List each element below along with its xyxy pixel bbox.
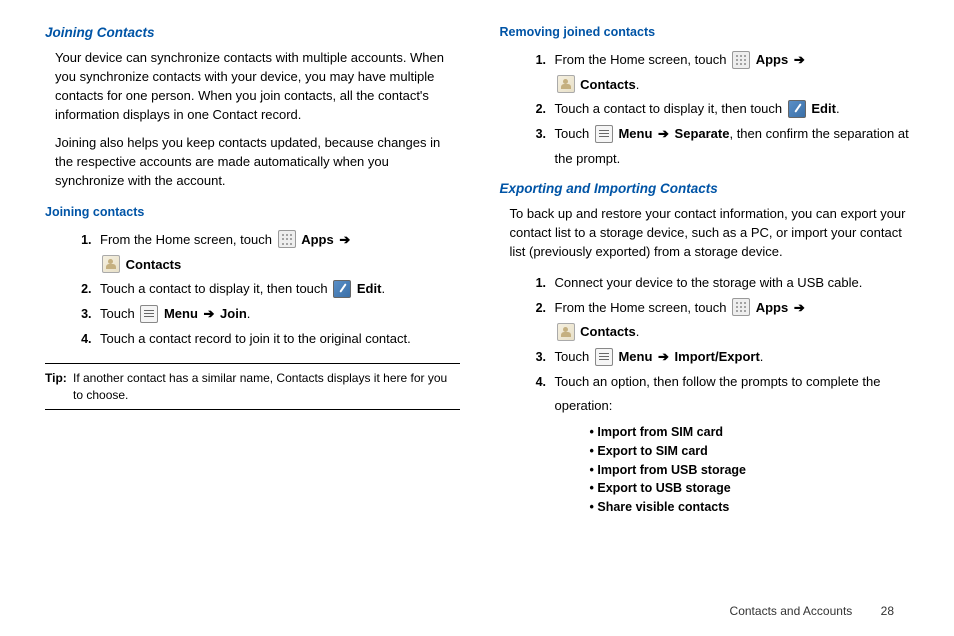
- bullet-export-sim: Export to SIM card: [585, 442, 915, 461]
- contacts-icon: [557, 323, 575, 341]
- removing-heading: Removing joined contacts: [500, 25, 915, 39]
- removing-step-1: From the Home screen, touch Apps ➔ Conta…: [550, 48, 915, 97]
- step-text: Touch: [555, 349, 593, 364]
- apps-icon: [732, 298, 750, 316]
- menu-icon: [595, 348, 613, 366]
- edit-icon: [333, 280, 351, 298]
- apps-label: Apps: [756, 300, 789, 315]
- contacts-label: Contacts: [580, 77, 636, 92]
- contacts-label: Contacts: [126, 257, 182, 272]
- footer-section: Contacts and Accounts: [730, 604, 853, 618]
- menu-label: Menu: [618, 126, 652, 141]
- removing-step-3: Touch Menu ➔ Separate, then confirm the …: [550, 122, 915, 171]
- step-text: From the Home screen, touch: [555, 300, 731, 315]
- apps-label: Apps: [301, 232, 334, 247]
- contacts-icon: [102, 255, 120, 273]
- left-column: Joining Contacts Your device can synchro…: [45, 25, 460, 616]
- step-text: Touch: [100, 306, 138, 321]
- join-label: Join: [220, 306, 247, 321]
- contacts-icon: [557, 75, 575, 93]
- joining-contacts-heading: Joining Contacts: [45, 25, 460, 40]
- tip-text: If another contact has a similar name, C…: [73, 370, 460, 402]
- menu-label: Menu: [164, 306, 198, 321]
- joining-para2: Joining also helps you keep contacts upd…: [55, 134, 460, 191]
- menu-label: Menu: [618, 349, 652, 364]
- contacts-label: Contacts: [580, 324, 636, 339]
- export-steps-list: Connect your device to the storage with …: [550, 271, 915, 517]
- bullet-import-usb: Import from USB storage: [585, 461, 915, 480]
- edit-label: Edit: [357, 281, 382, 296]
- removing-steps-list: From the Home screen, touch Apps ➔ Conta…: [550, 48, 915, 171]
- joining-step-2: Touch a contact to display it, then touc…: [95, 277, 460, 302]
- joining-steps-heading: Joining contacts: [45, 205, 460, 219]
- tip-box: Tip: If another contact has a similar na…: [45, 363, 460, 409]
- bullet-export-usb: Export to USB storage: [585, 479, 915, 498]
- bullet-share: Share visible contacts: [585, 498, 915, 517]
- apps-icon: [278, 230, 296, 248]
- bullet-import-sim: Import from SIM card: [585, 423, 915, 442]
- step-text: From the Home screen, touch: [555, 52, 731, 67]
- removing-step-2: Touch a contact to display it, then touc…: [550, 97, 915, 122]
- joining-steps-list: From the Home screen, touch Apps ➔ Conta…: [95, 228, 460, 351]
- joining-step-4: Touch a contact record to join it to the…: [95, 327, 460, 352]
- apps-icon: [732, 51, 750, 69]
- step-text: Touch an option, then follow the prompts…: [555, 374, 881, 414]
- importexport-label: Import/Export: [675, 349, 760, 364]
- tip-label: Tip:: [45, 371, 67, 385]
- joining-step-1: From the Home screen, touch Apps ➔ Conta…: [95, 228, 460, 277]
- menu-icon: [140, 305, 158, 323]
- right-column: Removing joined contacts From the Home s…: [500, 25, 915, 616]
- separate-label: Separate: [675, 126, 730, 141]
- arrow-icon: ➔: [794, 300, 805, 315]
- export-step-2: From the Home screen, touch Apps ➔ Conta…: [550, 296, 915, 345]
- arrow-icon: ➔: [658, 349, 669, 364]
- export-step-4: Touch an option, then follow the prompts…: [550, 370, 915, 517]
- edit-icon: [788, 100, 806, 118]
- joining-step-3: Touch Menu ➔ Join.: [95, 302, 460, 327]
- page-footer: Contacts and Accounts 28: [730, 604, 894, 618]
- arrow-icon: ➔: [339, 232, 350, 247]
- export-step-1: Connect your device to the storage with …: [550, 271, 915, 296]
- menu-icon: [595, 125, 613, 143]
- step-text: Touch a contact to display it, then touc…: [100, 281, 331, 296]
- export-step-3: Touch Menu ➔ Import/Export.: [550, 345, 915, 370]
- step-text: From the Home screen, touch: [100, 232, 276, 247]
- step-text: Touch a contact to display it, then touc…: [555, 101, 786, 116]
- edit-label: Edit: [811, 101, 836, 116]
- export-options-list: Import from SIM card Export to SIM card …: [585, 423, 915, 517]
- apps-label: Apps: [756, 52, 789, 67]
- arrow-icon: ➔: [794, 52, 805, 67]
- export-import-heading: Exporting and Importing Contacts: [500, 181, 915, 196]
- page-number: 28: [881, 604, 894, 618]
- step-text: Touch: [555, 126, 593, 141]
- joining-para1: Your device can synchronize contacts wit…: [55, 49, 460, 124]
- arrow-icon: ➔: [204, 306, 215, 321]
- export-para: To back up and restore your contact info…: [510, 205, 915, 262]
- arrow-icon: ➔: [658, 126, 669, 141]
